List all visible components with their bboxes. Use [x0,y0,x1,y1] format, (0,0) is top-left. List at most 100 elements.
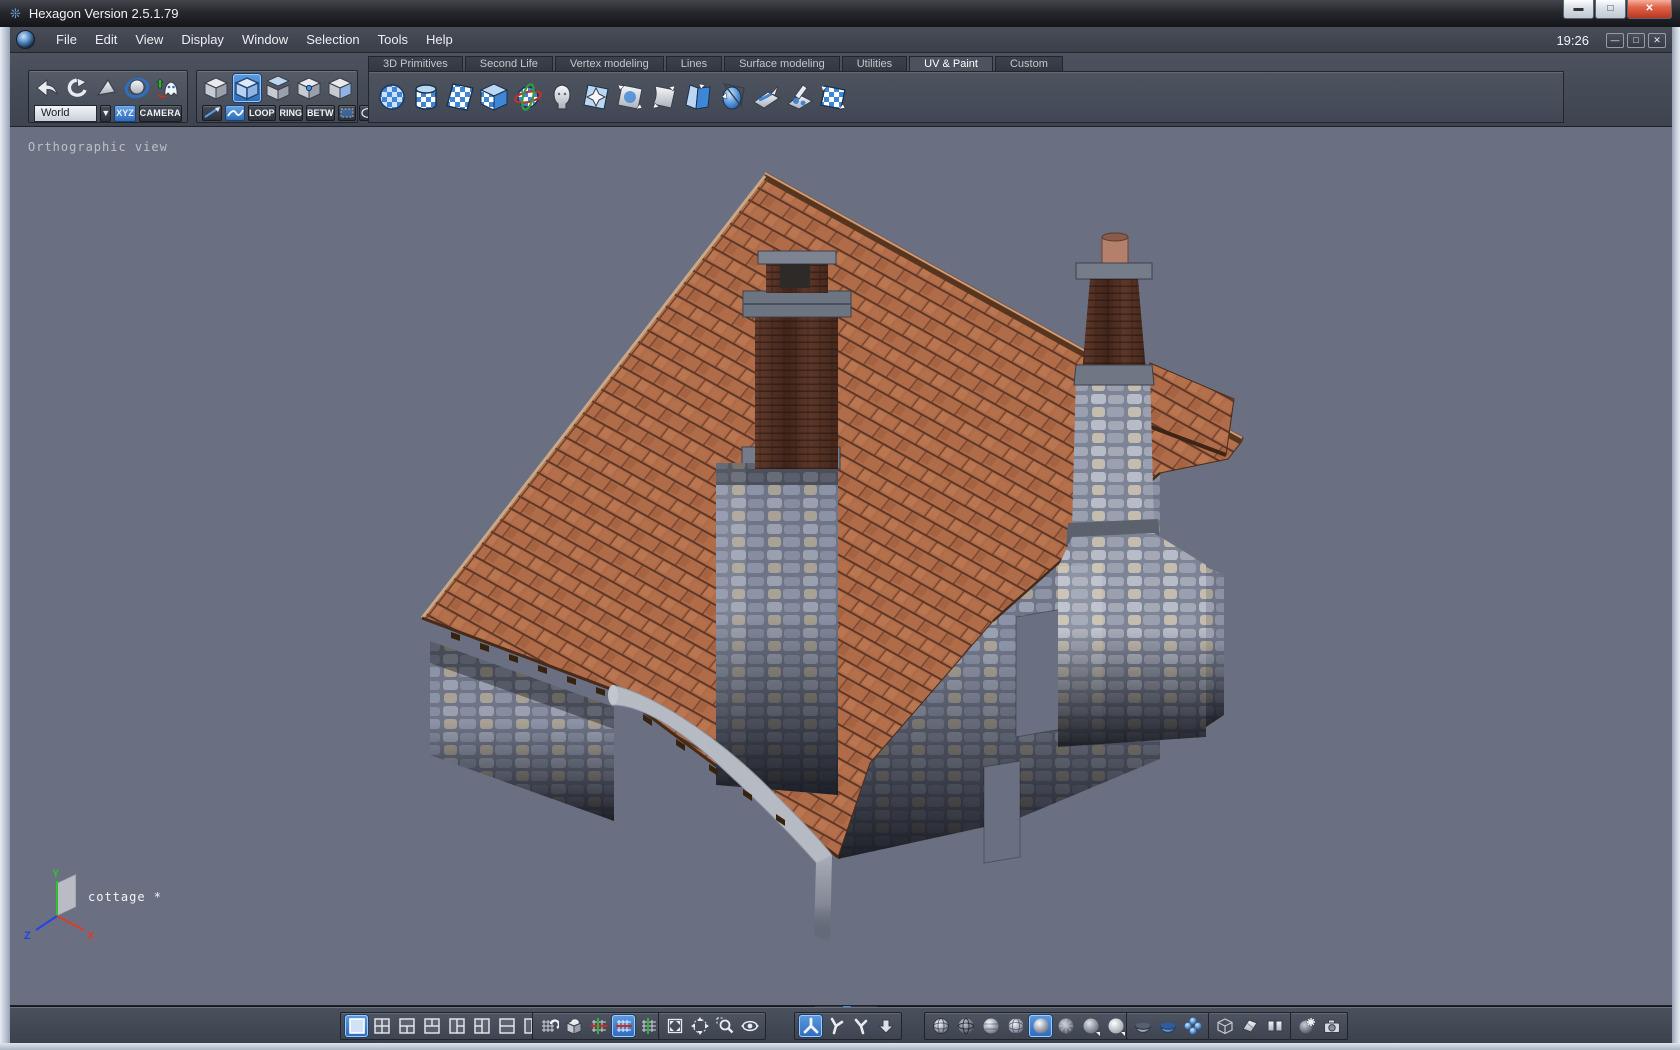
space-select[interactable]: World [34,104,98,122]
smooth-alt-icon[interactable] [1079,1015,1102,1037]
single-view-icon[interactable] [345,1015,368,1037]
cubic-uv-icon[interactable] [479,83,509,111]
doc-minimize-button[interactable]: — [1606,32,1624,48]
redo-arrow-icon[interactable] [64,74,91,102]
ring-button[interactable]: RING [278,105,304,121]
unfold-mesh-icon[interactable] [547,83,577,111]
select-side-face-cube-icon[interactable] [326,74,354,102]
grid-y-icon[interactable] [637,1015,660,1037]
hexagon-logo-icon[interactable] [16,30,35,49]
rotate-manipulator-icon[interactable] [824,1015,847,1037]
xyz-button[interactable]: XYZ [114,104,136,122]
grid-xy-icon[interactable] [587,1015,610,1037]
shaded-wireframe-icon[interactable] [1004,1015,1027,1037]
orbit-view-icon[interactable] [738,1015,761,1037]
window-frame-bottom [0,1043,1680,1050]
undo-arrow-icon[interactable] [34,74,61,102]
menu-file[interactable]: File [47,29,86,50]
cone-tool-icon[interactable] [93,74,120,102]
betw-button[interactable]: BETW [306,105,335,121]
minimize-button[interactable]: ▬ [1563,0,1594,19]
fit-view-icon[interactable] [663,1015,686,1037]
window-opening-3 [983,760,1021,864]
render-camera-icon[interactable] [1320,1015,1343,1037]
menu-help[interactable]: Help [417,29,462,50]
drop-to-ground-icon[interactable] [874,1015,897,1037]
marquee-rect-icon[interactable] [337,105,356,121]
smooth-shading-icon[interactable] [1029,1015,1052,1037]
menu-view[interactable]: View [126,29,172,50]
axis-z-label: Z [24,930,31,942]
menu-window[interactable]: Window [233,29,297,50]
translate-manipulator-icon[interactable] [799,1015,822,1037]
menu-edit[interactable]: Edit [86,29,126,50]
tab-utilities[interactable]: Utilities [841,56,908,71]
flip-uv-icon[interactable] [683,83,713,111]
inflate-uv-icon[interactable] [717,82,747,111]
manipulator-group [794,1012,902,1040]
menu-selection[interactable]: Selection [297,29,368,50]
checker-preview-icon[interactable] [819,83,849,111]
half-sphere-low-icon[interactable] [1131,1015,1154,1037]
tab-uv-paint[interactable]: UV & Paint [909,56,993,71]
ring-sphere-icon[interactable] [123,74,151,102]
loop-button[interactable]: LOOP [248,105,276,121]
tab-3d-primitives[interactable]: 3D Primitives [368,56,463,71]
relax-uv-icon[interactable] [649,83,679,111]
tab-custom[interactable]: Custom [994,56,1063,71]
axis-gizmo: Y X Z [24,868,95,942]
menu-display[interactable]: Display [172,29,233,50]
cylindrical-uv-icon[interactable] [411,83,441,111]
pinch-uv-icon[interactable] [581,83,611,111]
smooth-bright-icon[interactable] [1104,1015,1127,1037]
tab-lines[interactable]: Lines [665,56,723,71]
ghost-cube-icon[interactable] [1213,1015,1236,1037]
two-left-one-right-icon[interactable] [470,1015,493,1037]
half-sphere-smooth-icon[interactable] [1156,1015,1179,1037]
select-object-cube-icon[interactable] [202,74,230,102]
paint-tools-icon[interactable] [785,83,815,111]
two-rows-icon[interactable] [495,1015,518,1037]
spherical-uv-icon[interactable] [377,83,407,111]
render-sparkle-icon[interactable] [1295,1015,1318,1037]
select-points-cube-icon[interactable] [295,74,323,102]
clock: 19:26 [1556,32,1589,48]
zoom-region-icon[interactable] [713,1015,736,1037]
lock-grid-icon[interactable] [562,1015,585,1037]
doc-restore-button[interactable]: □ [1627,32,1645,48]
maximize-button[interactable]: □ [1595,0,1626,19]
paint-select-brush-icon[interactable] [202,105,222,121]
stretch-uv-icon[interactable] [615,83,645,111]
hidden-line-icon[interactable] [954,1015,977,1037]
two-top-one-bottom-icon[interactable] [420,1015,443,1037]
tab-surface-modeling[interactable]: Surface modeling [724,56,840,71]
one-top-two-bottom-icon[interactable] [395,1015,418,1037]
close-button[interactable]: ✕ [1627,0,1672,19]
select-faces-cube-icon[interactable] [264,74,292,102]
select-edges-cube-icon[interactable] [233,74,261,102]
space-dropdown-button[interactable]: ▼ [100,104,112,122]
snap-grid-icon[interactable] [537,1015,560,1037]
menu-tools[interactable]: Tools [369,29,417,50]
doc-close-button[interactable]: ✕ [1648,32,1666,48]
globe-uv-projection-icon[interactable] [513,83,543,111]
paint-on-plane-icon[interactable] [751,83,781,111]
pan-view-icon[interactable] [688,1015,711,1037]
wireframe-icon[interactable] [929,1015,952,1037]
unfold-preview-icon[interactable] [1238,1015,1261,1037]
tab-second-life[interactable]: Second Life [464,56,553,71]
planar-uv-icon[interactable] [445,83,475,111]
tab-vertex-modeling[interactable]: Vertex modeling [554,56,664,71]
one-left-two-right-icon[interactable] [445,1015,468,1037]
grid-x-icon[interactable] [612,1015,635,1037]
uv-pages-icon[interactable] [1263,1015,1286,1037]
ghost-helper-icon[interactable] [154,74,182,102]
lasso-curve-icon[interactable] [225,105,245,121]
viewport-3d[interactable]: Y X Z Orthographic view cottage * [10,126,1672,1006]
textured-wireframe-icon[interactable] [1054,1015,1077,1037]
camera-button[interactable]: CAMERA [138,104,182,122]
scale-manipulator-icon[interactable] [849,1015,872,1037]
multi-resolution-icon[interactable] [1181,1015,1204,1037]
quad-view-icon[interactable] [370,1015,393,1037]
flat-shading-icon[interactable] [979,1015,1002,1037]
